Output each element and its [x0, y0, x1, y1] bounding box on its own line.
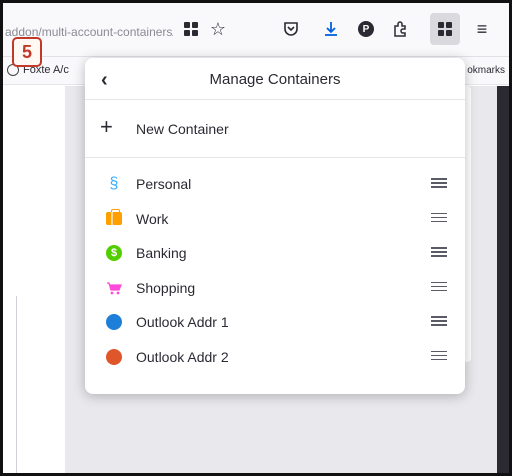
pocket-icon[interactable]	[279, 17, 303, 41]
dollar-icon: $	[106, 245, 122, 261]
fingerprint-icon: §	[109, 175, 119, 192]
drag-handle-icon[interactable]	[431, 178, 447, 188]
new-container-label: New Container	[136, 121, 229, 137]
circle-icon	[106, 348, 122, 365]
container-name: Outlook Addr 1	[136, 314, 229, 330]
screenshot-frame: addon/multi-account-containers/ ☆ P ≡ Fo…	[0, 0, 512, 476]
page-scrollbar-strip	[497, 86, 509, 473]
container-row-work[interactable]: Work	[85, 201, 465, 236]
qr-code-icon[interactable]	[179, 17, 203, 41]
bookmark-star-icon[interactable]: ☆	[206, 17, 230, 41]
container-row-banking[interactable]: $ Banking	[85, 235, 465, 270]
container-name: Shopping	[136, 279, 196, 296]
hamburger-menu-icon[interactable]: ≡	[470, 17, 494, 41]
step-number-badge: 5	[12, 37, 42, 67]
drag-handle-icon[interactable]	[431, 247, 447, 257]
container-name: Banking	[136, 245, 187, 261]
profile-p-icon[interactable]: P	[354, 17, 378, 41]
panel-title: Manage Containers	[209, 71, 341, 88]
new-container-button[interactable]: + New Container	[85, 100, 465, 158]
cart-icon	[106, 280, 122, 296]
drag-handle-icon[interactable]	[431, 316, 447, 326]
browser-toolbar: addon/multi-account-containers/ ☆ P ≡	[3, 3, 509, 57]
extensions-icon[interactable]	[388, 17, 412, 41]
container-name: Personal	[136, 176, 192, 192]
manage-containers-panel: ‹ Manage Containers + New Container § Pe…	[85, 58, 465, 394]
download-icon[interactable]	[319, 17, 343, 41]
plus-icon: +	[100, 114, 113, 139]
container-list: § Personal Work $ Banking Shopping Outlo…	[85, 158, 465, 373]
container-row-shopping[interactable]: Shopping	[85, 270, 465, 305]
container-name: Outlook Addr 2	[136, 348, 229, 365]
container-row-personal[interactable]: § Personal	[85, 166, 465, 201]
briefcase-icon	[106, 209, 122, 227]
container-row-outlook-1[interactable]: Outlook Addr 1	[85, 304, 465, 339]
container-row-outlook-2[interactable]: Outlook Addr 2	[85, 339, 465, 374]
circle-icon	[106, 314, 122, 330]
container-name: Work	[136, 210, 169, 227]
other-bookmarks[interactable]: okmarks	[467, 65, 505, 76]
drag-handle-icon[interactable]	[431, 281, 447, 292]
panel-header: ‹ Manage Containers	[85, 58, 465, 100]
drag-handle-icon[interactable]	[431, 350, 447, 361]
divider	[16, 296, 17, 473]
containers-icon[interactable]	[430, 13, 460, 45]
drag-handle-icon[interactable]	[431, 212, 447, 223]
